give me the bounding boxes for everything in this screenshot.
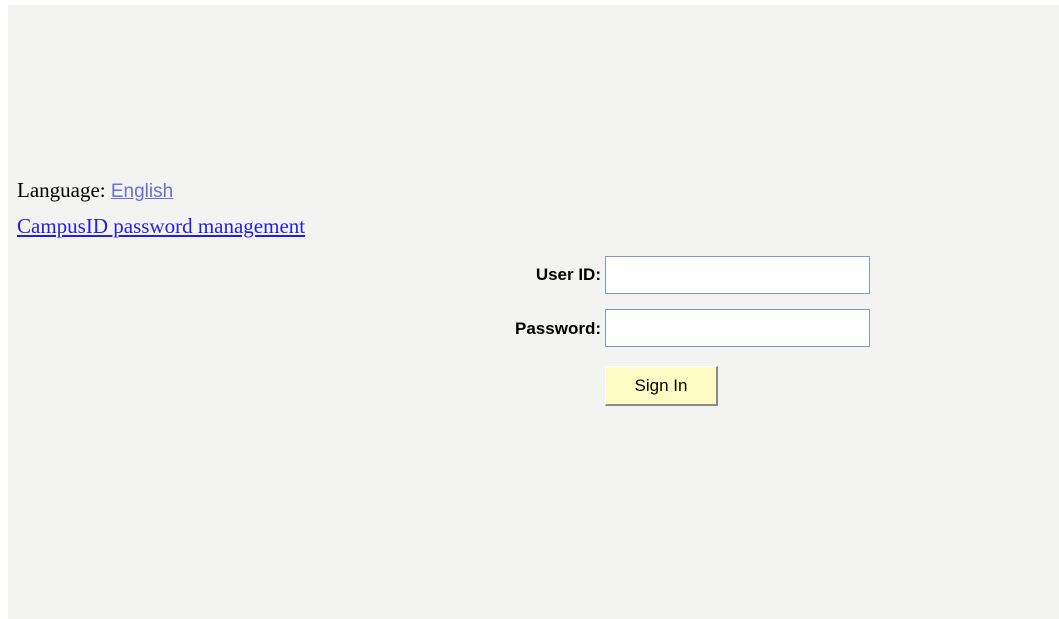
password-label: Password: [515,319,601,338]
language-row: Language: English [17,178,173,203]
login-panel: Language: English CampusID password mana… [8,5,1059,619]
user-id-input[interactable] [605,256,870,294]
password-management-link[interactable]: CampusID password management [17,214,305,239]
password-input[interactable] [605,309,870,347]
language-label: Language: [17,178,111,202]
user-id-label: User ID: [535,265,601,284]
language-english-link[interactable]: English [111,181,173,202]
sign-in-button[interactable]: Sign In [605,366,718,406]
